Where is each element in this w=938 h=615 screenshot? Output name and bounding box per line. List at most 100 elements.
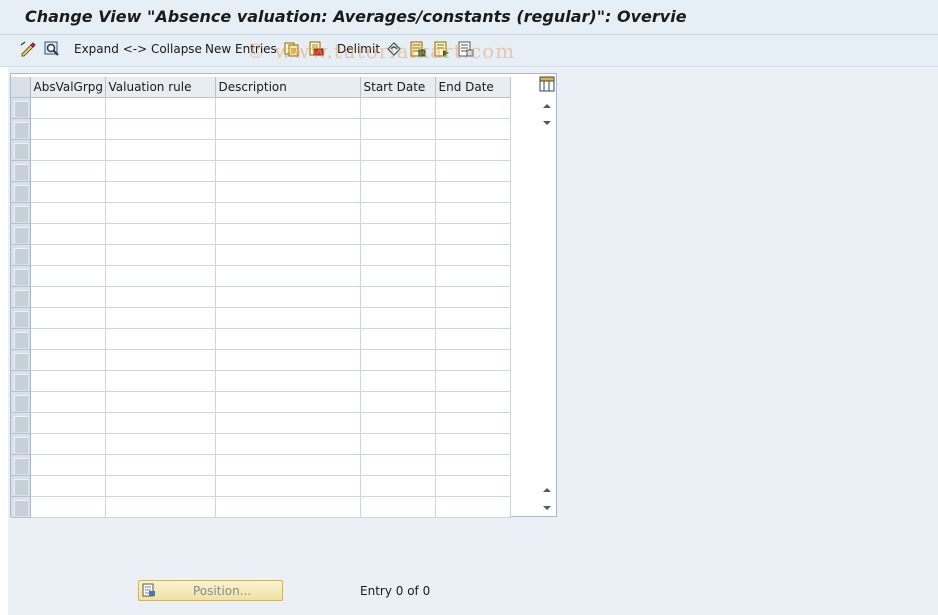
table-cell[interactable] [435,223,511,245]
table-cell[interactable] [435,307,511,329]
row-select-button[interactable] [11,223,31,245]
table-cell[interactable] [360,97,436,119]
select-block-icon[interactable] [434,41,450,57]
table-cell[interactable] [105,433,216,455]
new-entries-button[interactable]: New Entries [205,35,277,66]
table-cell[interactable] [30,202,106,224]
table-cell[interactable] [435,391,511,413]
column-header-valuation-rule[interactable]: Valuation rule [105,77,216,98]
select-all-icon[interactable] [410,41,426,57]
table-cell[interactable] [215,496,361,518]
table-cell[interactable] [435,160,511,182]
table-cell[interactable] [105,286,216,308]
row-select-button[interactable] [11,181,31,203]
table-cell[interactable] [215,286,361,308]
table-cell[interactable] [435,244,511,266]
table-cell[interactable] [105,244,216,266]
table-cell[interactable] [360,391,436,413]
table-cell[interactable] [105,370,216,392]
table-cell[interactable] [215,412,361,434]
table-cell[interactable] [435,349,511,371]
table-cell[interactable] [105,265,216,287]
table-cell[interactable] [435,328,511,350]
table-cell[interactable] [105,328,216,350]
table-cell[interactable] [30,328,106,350]
table-cell[interactable] [105,349,216,371]
row-select-button[interactable] [11,433,31,455]
table-cell[interactable] [215,433,361,455]
delimit-button[interactable]: Delimit [337,35,380,66]
table-cell[interactable] [105,391,216,413]
table-cell[interactable] [30,433,106,455]
details-search-icon[interactable] [44,41,60,57]
row-select-button[interactable] [11,118,31,140]
vertical-scrollbar[interactable] [539,95,555,516]
row-select-button[interactable] [11,244,31,266]
table-settings-icon[interactable] [539,76,555,92]
table-cell[interactable] [360,496,436,518]
row-select-button[interactable] [11,370,31,392]
row-select-button[interactable] [11,286,31,308]
table-cell[interactable] [435,454,511,476]
row-select-button[interactable] [11,475,31,497]
table-cell[interactable] [215,97,361,119]
table-cell[interactable] [105,223,216,245]
table-cell[interactable] [105,181,216,203]
row-select-button[interactable] [11,265,31,287]
column-header-end-date[interactable]: End Date [435,77,511,98]
table-cell[interactable] [215,307,361,329]
table-cell[interactable] [105,475,216,497]
table-cell[interactable] [215,160,361,182]
row-select-button[interactable] [11,328,31,350]
table-cell[interactable] [215,139,361,161]
expand-collapse-button[interactable]: Expand <-> Collapse [74,35,202,66]
scroll-up-top-icon[interactable] [542,101,552,111]
table-cell[interactable] [435,370,511,392]
row-select-button[interactable] [11,160,31,182]
table-cell[interactable] [30,118,106,140]
table-cell[interactable] [360,328,436,350]
row-select-button[interactable] [11,349,31,371]
row-select-button[interactable] [11,139,31,161]
table-cell[interactable] [215,223,361,245]
table-cell[interactable] [30,475,106,497]
copy-as-icon[interactable] [284,41,300,57]
select-all-rows-button[interactable] [11,77,31,98]
table-cell[interactable] [360,139,436,161]
row-select-button[interactable] [11,391,31,413]
table-cell[interactable] [30,244,106,266]
row-select-button[interactable] [11,412,31,434]
row-select-button[interactable] [11,202,31,224]
table-cell[interactable] [30,286,106,308]
table-cell[interactable] [215,118,361,140]
table-cell[interactable] [105,454,216,476]
table-cell[interactable] [435,181,511,203]
table-cell[interactable] [435,433,511,455]
scroll-down-bottom-icon[interactable] [542,503,552,513]
table-cell[interactable] [30,223,106,245]
table-cell[interactable] [435,202,511,224]
table-cell[interactable] [360,349,436,371]
position-button[interactable]: Position... [138,580,283,601]
table-cell[interactable] [105,160,216,182]
table-cell[interactable] [435,286,511,308]
table-cell[interactable] [215,454,361,476]
table-cell[interactable] [215,391,361,413]
scroll-up-bottom-icon[interactable] [542,485,552,495]
table-cell[interactable] [360,370,436,392]
row-select-button[interactable] [11,496,31,518]
table-cell[interactable] [360,265,436,287]
table-cell[interactable] [30,97,106,119]
row-select-button[interactable] [11,97,31,119]
table-cell[interactable] [435,139,511,161]
table-cell[interactable] [435,496,511,518]
table-cell[interactable] [360,454,436,476]
table-cell[interactable] [30,349,106,371]
table-cell[interactable] [360,475,436,497]
table-cell[interactable] [360,181,436,203]
table-cell[interactable] [105,139,216,161]
table-cell[interactable] [435,412,511,434]
table-cell[interactable] [30,139,106,161]
table-cell[interactable] [360,223,436,245]
table-cell[interactable] [215,475,361,497]
